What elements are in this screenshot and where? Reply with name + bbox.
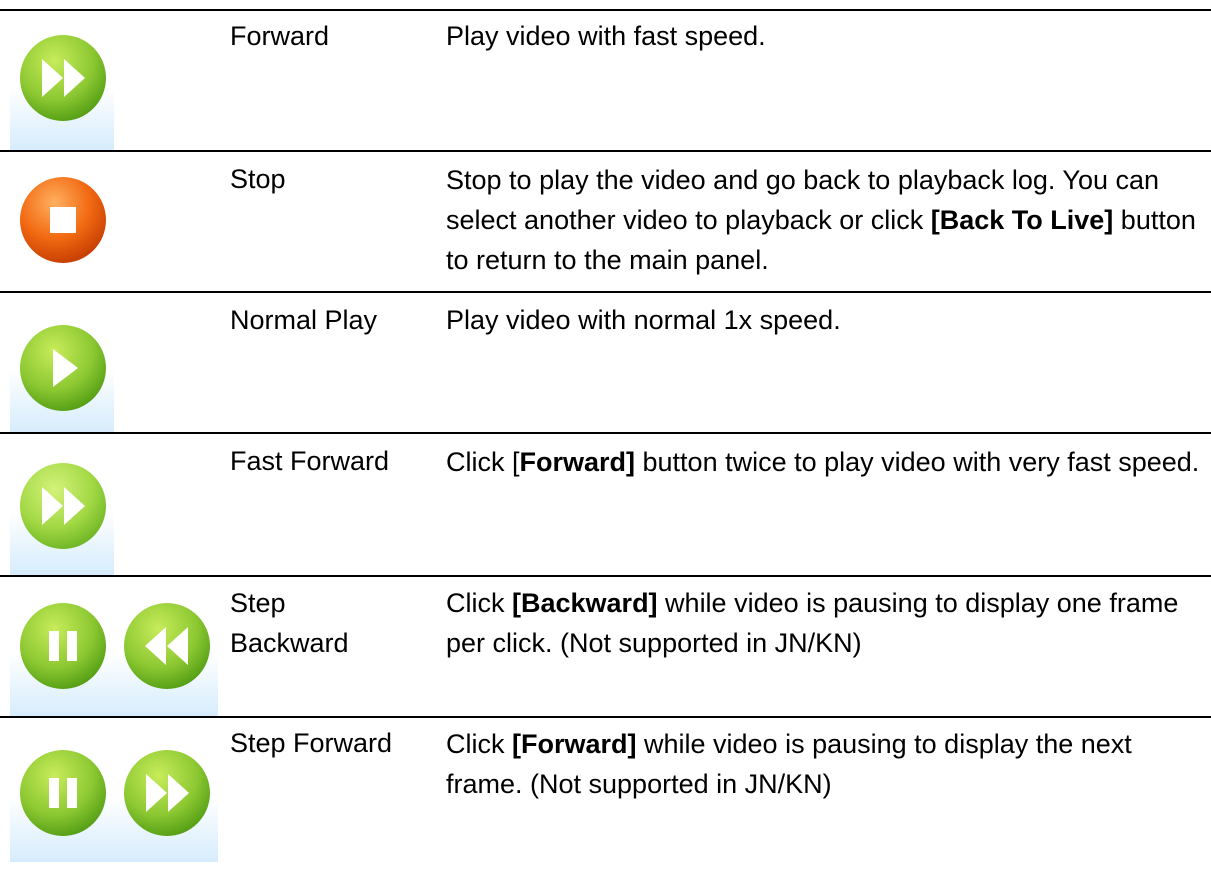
row-name: Fast Forward bbox=[230, 446, 390, 476]
pause-icon bbox=[10, 577, 114, 716]
fast-forward-icon bbox=[10, 434, 114, 575]
forward-icon bbox=[114, 718, 218, 862]
table-row-stop: Stop Stop to play the video and go back … bbox=[0, 152, 1211, 291]
row-description: Click [Forward] while video is pausing t… bbox=[446, 729, 1132, 799]
row-description: Click [Forward] button twice to play vid… bbox=[446, 447, 1200, 477]
row-name: Stop bbox=[230, 164, 286, 194]
play-icon bbox=[10, 293, 114, 432]
pause-icon bbox=[10, 718, 114, 862]
row-description: Play video with normal 1x speed. bbox=[446, 305, 841, 335]
forward-icon bbox=[10, 11, 114, 150]
stop-icon bbox=[10, 152, 114, 291]
row-name: Step Forward bbox=[230, 728, 393, 758]
table-row-step-backward: Step Backward Click [Backward] while vid… bbox=[0, 577, 1211, 716]
table-row-fast-forward: Fast Forward Click [Forward] button twic… bbox=[0, 434, 1211, 575]
table-row-step-forward: Step Forward Click [Forward] while video… bbox=[0, 718, 1211, 877]
rewind-icon bbox=[114, 577, 218, 716]
row-description: Click [Backward] while video is pausing … bbox=[446, 588, 1179, 658]
row-name: Normal Play bbox=[230, 305, 378, 335]
row-name: Forward bbox=[230, 21, 330, 51]
row-description: Stop to play the video and go back to pl… bbox=[446, 165, 1196, 275]
row-name: Step Backward bbox=[230, 588, 349, 658]
table-row-normal-play: Normal Play Play video with normal 1x sp… bbox=[0, 293, 1211, 432]
table-row-forward: Forward Play video with fast speed. bbox=[0, 11, 1211, 150]
row-description: Play video with fast speed. bbox=[446, 21, 766, 51]
